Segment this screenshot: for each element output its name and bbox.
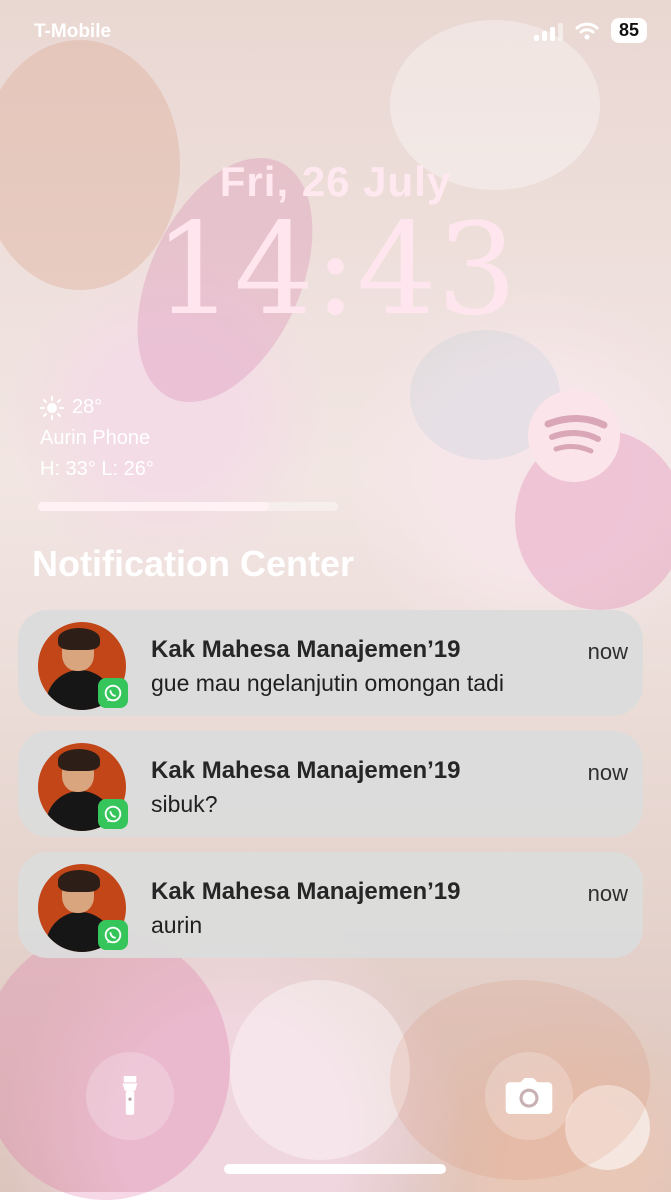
- status-icons: 85: [534, 18, 647, 43]
- camera-button[interactable]: [485, 1052, 573, 1140]
- weather-current: 28°: [40, 392, 154, 423]
- whatsapp-icon: [98, 799, 128, 829]
- notification-time: now: [587, 760, 628, 785]
- weather-high-low: H: 33° L: 26°: [40, 458, 154, 480]
- flashlight-icon: [122, 1076, 138, 1115]
- whatsapp-icon: [98, 920, 128, 950]
- notification-sender: Kak Mahesa Manajemen’19: [151, 878, 461, 905]
- carrier-name: T-Mobile: [34, 21, 112, 42]
- sun-icon: [40, 395, 64, 420]
- media-progress-fill: [38, 502, 269, 511]
- notification-sender: Kak Mahesa Manajemen’19: [151, 757, 461, 784]
- notification-message: gue mau ngelanjutin omongan tadi: [151, 670, 504, 696]
- notification-card[interactable]: Kak Mahesa Manajemen’19 gue mau ngelanju…: [18, 610, 643, 716]
- notification-card[interactable]: Kak Mahesa Manajemen’19 aurin now: [18, 852, 643, 958]
- notification-message: aurin: [151, 912, 203, 938]
- signal-icon: [534, 21, 563, 41]
- status-bar: T-Mobile 85: [34, 18, 647, 46]
- notification-message: sibuk?: [151, 791, 218, 817]
- notification-time: now: [587, 881, 628, 906]
- media-progress-bar[interactable]: [38, 502, 338, 511]
- notification-time: now: [587, 639, 628, 664]
- weather-temperature: 28°: [72, 396, 103, 418]
- spotify-icon[interactable]: [528, 390, 620, 482]
- wallpaper-flower-shell: [230, 980, 410, 1160]
- notification-center-title: Notification Center: [32, 543, 355, 584]
- camera-icon: [505, 1078, 553, 1114]
- whatsapp-icon: [98, 678, 128, 708]
- notification-sender: Kak Mahesa Manajemen’19: [151, 636, 461, 663]
- weather-location: Aurin Phone: [40, 427, 151, 449]
- notification-card[interactable]: Kak Mahesa Manajemen’19 sibuk? now: [18, 731, 643, 837]
- wifi-icon: [575, 22, 599, 39]
- weather-widget[interactable]: 28° Aurin Phone H: 33° L: 26°: [40, 392, 154, 485]
- flashlight-button[interactable]: [86, 1052, 174, 1140]
- lockscreen-time: 14:43: [153, 196, 518, 343]
- home-indicator[interactable]: [224, 1164, 446, 1174]
- battery-level: 85: [611, 18, 647, 43]
